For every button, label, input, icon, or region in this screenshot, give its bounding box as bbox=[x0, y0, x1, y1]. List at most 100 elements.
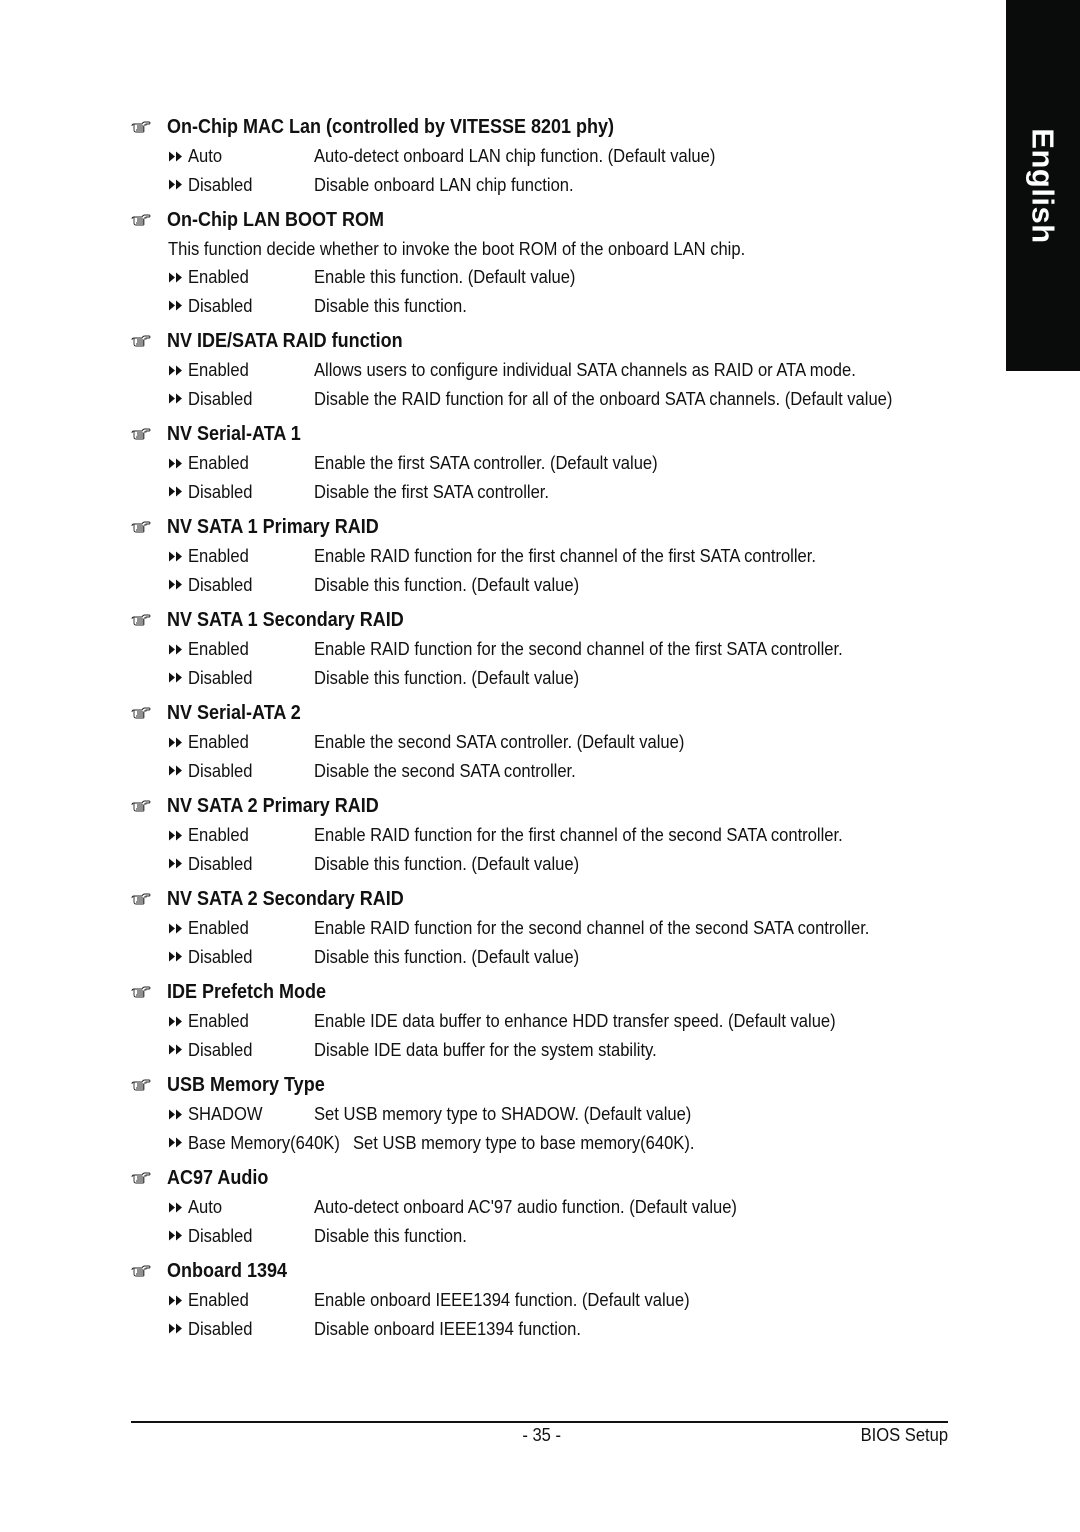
setting-heading: NV SATA 2 Primary RAID bbox=[131, 791, 961, 821]
double-arrow-icon bbox=[168, 1315, 188, 1344]
bios-options-list: On-Chip MAC Lan (controlled by VITESSE 8… bbox=[131, 112, 961, 1343]
option-description: Enable onboard IEEE1394 function. (Defau… bbox=[314, 1290, 690, 1310]
setting-section: On-Chip MAC Lan (controlled by VITESSE 8… bbox=[131, 112, 961, 199]
option-name: Disabled bbox=[188, 1225, 253, 1246]
setting-title: NV IDE/SATA RAID function bbox=[167, 329, 403, 352]
pointing-hand-icon bbox=[131, 214, 167, 226]
option-row: Disabled Disable this function. (Default … bbox=[131, 571, 961, 600]
setting-section: NV Serial-ATA 2 Enabled Enable the second … bbox=[131, 698, 961, 785]
option-name: Enabled bbox=[188, 546, 249, 566]
option-name: Base Memory(640K) bbox=[188, 1132, 340, 1153]
double-arrow-icon bbox=[168, 728, 188, 757]
double-arrow-icon bbox=[168, 664, 188, 693]
setting-heading: NV SATA 1 Primary RAID bbox=[131, 512, 961, 542]
footer-title: BIOS Setup bbox=[860, 1425, 948, 1445]
setting-section: AC97 Audio Auto Auto-detect onboard AC'97 … bbox=[131, 1163, 961, 1250]
setting-heading: NV SATA 1 Secondary RAID bbox=[131, 605, 961, 635]
option-description: Enable the first SATA controller. (Defau… bbox=[314, 453, 658, 473]
language-tab-label: English bbox=[1026, 127, 1062, 244]
setting-heading: NV Serial-ATA 1 bbox=[131, 419, 961, 449]
setting-title: NV Serial-ATA 2 bbox=[167, 701, 301, 724]
option-description: Disable this function. (Default value) bbox=[314, 667, 580, 688]
setting-section: On-Chip LAN BOOT ROM This function decide… bbox=[131, 205, 961, 320]
option-row: Disabled Disable this function. (Default … bbox=[131, 664, 961, 693]
double-arrow-icon bbox=[168, 914, 188, 943]
option-row: Disabled Disable the second SATA controll… bbox=[131, 757, 961, 786]
option-name: Disabled bbox=[188, 574, 253, 595]
double-arrow-icon bbox=[168, 385, 188, 414]
option-name: Disabled bbox=[188, 760, 253, 781]
option-row: Enabled Enable RAID function for the seco… bbox=[131, 635, 961, 664]
option-description: Enable IDE data buffer to enhance HDD tr… bbox=[314, 1011, 836, 1031]
setting-section: USB Memory Type SHADOW Set USB memory type… bbox=[131, 1070, 961, 1157]
setting-section: Onboard 1394 Enabled Enable onboard IEEE13… bbox=[131, 1256, 961, 1343]
option-name: SHADOW bbox=[188, 1104, 263, 1124]
pointing-hand-icon bbox=[131, 428, 167, 440]
option-name: Disabled bbox=[188, 1318, 253, 1339]
double-arrow-icon bbox=[168, 821, 188, 850]
double-arrow-icon bbox=[168, 1129, 188, 1158]
footer-divider bbox=[131, 1421, 948, 1423]
setting-heading: NV IDE/SATA RAID function bbox=[131, 326, 961, 356]
option-name: Enabled bbox=[188, 1290, 249, 1310]
option-description: Disable the first SATA controller. bbox=[314, 481, 550, 502]
setting-heading: NV SATA 2 Secondary RAID bbox=[131, 884, 961, 914]
option-row: SHADOW Set USB memory type to SHADOW. (De… bbox=[131, 1100, 961, 1129]
pointing-hand-icon bbox=[131, 1265, 167, 1277]
option-name: Disabled bbox=[188, 946, 253, 967]
setting-title: USB Memory Type bbox=[167, 1073, 325, 1096]
setting-title: NV SATA 1 Primary RAID bbox=[167, 515, 379, 538]
setting-title: Onboard 1394 bbox=[167, 1259, 288, 1282]
pointing-hand-icon bbox=[131, 707, 167, 719]
double-arrow-icon bbox=[168, 1036, 188, 1065]
double-arrow-icon bbox=[168, 542, 188, 571]
option-description: Disable this function. (Default value) bbox=[314, 946, 580, 967]
option-row: Enabled Enable RAID function for the firs… bbox=[131, 821, 961, 850]
option-name: Enabled bbox=[188, 453, 249, 473]
double-arrow-icon bbox=[168, 571, 188, 600]
option-row: Enabled Enable RAID function for the firs… bbox=[131, 542, 961, 571]
pointing-hand-icon bbox=[131, 1079, 167, 1091]
option-description: Disable IDE data buffer for the system s… bbox=[314, 1039, 657, 1060]
option-row: Disabled Disable onboard IEEE1394 functio… bbox=[131, 1315, 961, 1344]
option-row: Enabled Enable the second SATA controller… bbox=[131, 728, 961, 757]
double-arrow-icon bbox=[168, 943, 188, 972]
option-row: Disabled Disable the RAID function for al… bbox=[131, 385, 961, 414]
double-arrow-icon bbox=[168, 1193, 188, 1222]
option-description: Disable the second SATA controller. bbox=[314, 760, 576, 781]
setting-section: NV SATA 2 Secondary RAID Enabled Enable RA… bbox=[131, 884, 961, 971]
double-arrow-icon bbox=[168, 449, 188, 478]
option-row: Auto Auto-detect onboard LAN chip functio… bbox=[131, 142, 961, 171]
setting-description: This function decide whether to invoke t… bbox=[168, 239, 746, 259]
option-description: Set USB memory type to SHADOW. (Default … bbox=[314, 1104, 692, 1124]
option-row: Disabled Disable this function. bbox=[131, 1222, 961, 1251]
setting-section: NV SATA 2 Primary RAID Enabled Enable RAID… bbox=[131, 791, 961, 878]
option-description: Auto-detect onboard LAN chip function. (… bbox=[314, 146, 716, 166]
double-arrow-icon bbox=[168, 356, 188, 385]
option-description: Disable this function. bbox=[314, 295, 467, 316]
option-row: Disabled Disable this function. bbox=[131, 292, 961, 321]
option-name: Enabled bbox=[188, 825, 249, 845]
setting-title: NV SATA 2 Primary RAID bbox=[167, 794, 379, 817]
double-arrow-icon bbox=[168, 1100, 188, 1129]
setting-title: NV SATA 1 Secondary RAID bbox=[167, 608, 404, 631]
option-name: Enabled bbox=[188, 732, 249, 752]
double-arrow-icon bbox=[168, 1007, 188, 1036]
option-description: Disable this function. bbox=[314, 1225, 467, 1246]
double-arrow-icon bbox=[168, 142, 188, 171]
option-name: Enabled bbox=[188, 1011, 249, 1031]
option-row: Enabled Enable IDE data buffer to enhance… bbox=[131, 1007, 961, 1036]
option-name: Disabled bbox=[188, 388, 253, 409]
setting-title: AC97 Audio bbox=[167, 1166, 269, 1189]
double-arrow-icon bbox=[168, 292, 188, 321]
setting-heading: AC97 Audio bbox=[131, 1163, 961, 1193]
pointing-hand-icon bbox=[131, 521, 167, 533]
double-arrow-icon bbox=[168, 850, 188, 879]
setting-heading: Onboard 1394 bbox=[131, 1256, 961, 1286]
option-description: Enable RAID function for the second chan… bbox=[314, 918, 870, 938]
option-description: Enable RAID function for the first chann… bbox=[314, 825, 843, 845]
option-row: Disabled Disable IDE data buffer for the … bbox=[131, 1036, 961, 1065]
option-name: Enabled bbox=[188, 267, 249, 287]
setting-heading: On-Chip LAN BOOT ROM bbox=[131, 205, 961, 235]
setting-heading: USB Memory Type bbox=[131, 1070, 961, 1100]
